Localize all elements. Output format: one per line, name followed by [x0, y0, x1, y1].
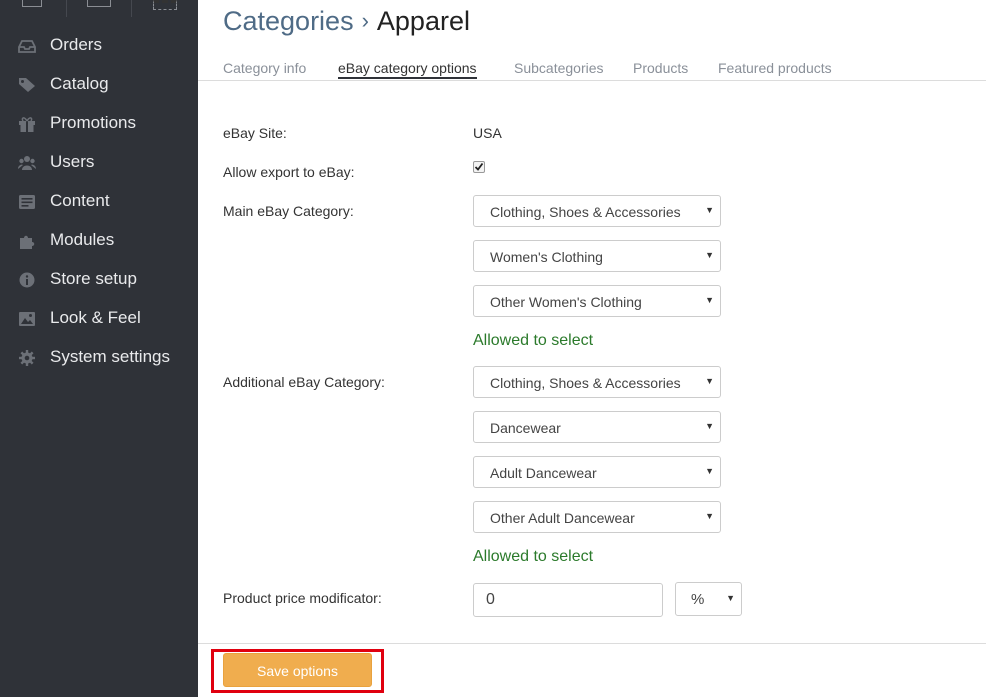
caret-down-icon: ▼	[705, 250, 714, 260]
sidebar-item-content[interactable]: Content	[0, 182, 198, 221]
tab-featured-products[interactable]: Featured products	[718, 60, 832, 76]
tab-category-info[interactable]: Category info	[223, 60, 306, 76]
main-category-select-1[interactable]: Clothing, Shoes & Accessories ▼	[473, 195, 721, 227]
sidebar-item-system-settings[interactable]: System settings	[0, 338, 198, 377]
allow-export-label: Allow export to eBay:	[223, 164, 355, 180]
ebay-site-value: USA	[473, 125, 502, 141]
sidebar-item-label: Content	[50, 191, 110, 210]
allow-export-checkbox[interactable]	[473, 161, 485, 173]
puzzle-icon	[20, 235, 35, 249]
sidebar-item-label: Orders	[50, 35, 102, 54]
footer-divider	[198, 643, 986, 644]
caret-down-icon: ▼	[705, 295, 714, 305]
select-value: %	[691, 591, 705, 608]
additional-category-select-4[interactable]: Other Adult Dancewear ▼	[473, 501, 721, 533]
fullscreen-icon[interactable]	[153, 0, 177, 10]
additional-category-select-1[interactable]: Clothing, Shoes & Accessories ▼	[473, 366, 721, 398]
select-value: Other Adult Dancewear	[490, 510, 635, 526]
sidebar-item-label: Users	[50, 152, 95, 171]
toolbar-divider	[131, 0, 132, 17]
price-modificator-input[interactable]: 0	[473, 583, 663, 617]
breadcrumb-separator: ›	[361, 8, 369, 33]
sidebar-top-toolbar	[0, 0, 198, 17]
sidebar-item-promotions[interactable]: Promotions	[0, 104, 198, 143]
additional-category-select-3[interactable]: Adult Dancewear ▼	[473, 456, 721, 488]
additional-category-label: Additional eBay Category:	[223, 374, 385, 390]
select-value: Women's Clothing	[490, 249, 603, 265]
main-category-status: Allowed to select	[473, 332, 594, 349]
select-value: Dancewear	[490, 420, 561, 436]
sidebar-item-label: Catalog	[50, 74, 109, 93]
caret-down-icon: ▼	[705, 466, 714, 476]
select-value: Adult Dancewear	[490, 465, 597, 481]
tab-products[interactable]: Products	[633, 60, 688, 76]
sidebar-item-store-setup[interactable]: Store setup	[0, 260, 198, 299]
home-icon[interactable]	[22, 0, 42, 7]
gear-icon	[19, 350, 35, 366]
sidebar-item-label: Promotions	[50, 113, 136, 132]
sidebar-item-users[interactable]: Users	[0, 143, 198, 182]
caret-down-icon: ▼	[705, 421, 714, 431]
checkmark-icon	[474, 162, 484, 171]
sidebar-item-catalog[interactable]: Catalog	[0, 65, 198, 104]
breadcrumb-parent-link[interactable]: Categories	[223, 6, 354, 36]
gift-icon	[19, 117, 35, 132]
price-modificator-label: Product price modificator:	[223, 590, 382, 606]
additional-category-status: Allowed to select	[473, 548, 594, 565]
caret-down-icon: ▼	[705, 511, 714, 521]
sidebar-item-label: System settings	[50, 347, 170, 366]
monitor-icon[interactable]	[87, 0, 111, 7]
tab-ebay-category-options[interactable]: eBay category options	[338, 60, 477, 79]
sidebar-item-label: Modules	[50, 230, 115, 249]
main-category-label: Main eBay Category:	[223, 203, 354, 219]
page-title: Apparel	[376, 6, 470, 36]
select-value: Clothing, Shoes & Accessories	[490, 204, 681, 220]
info-icon	[19, 272, 35, 288]
breadcrumb: Categories › Apparel	[223, 6, 470, 37]
main-category-select-2[interactable]: Women's Clothing ▼	[473, 240, 721, 272]
caret-down-icon: ▼	[726, 593, 735, 603]
caret-down-icon: ▼	[705, 205, 714, 215]
save-options-button[interactable]: Save options	[223, 653, 372, 687]
content-icon	[19, 195, 35, 209]
additional-category-select-2[interactable]: Dancewear ▼	[473, 411, 721, 443]
tab-subcategories[interactable]: Subcategories	[514, 60, 604, 76]
sidebar-item-orders[interactable]: Orders	[0, 26, 198, 65]
select-value: Clothing, Shoes & Accessories	[490, 375, 681, 391]
main-category-select-3[interactable]: Other Women's Clothing ▼	[473, 285, 721, 317]
tab-divider	[198, 80, 986, 81]
toolbar-divider	[66, 0, 67, 17]
sidebar-item-modules[interactable]: Modules	[0, 221, 198, 260]
price-unit-select[interactable]: % ▼	[675, 582, 742, 616]
sidebar-item-look-feel[interactable]: Look & Feel	[0, 299, 198, 338]
sidebar-item-label: Look & Feel	[50, 308, 141, 327]
ebay-site-label: eBay Site:	[223, 125, 287, 141]
tag-icon	[19, 78, 35, 92]
image-icon	[19, 312, 35, 326]
users-icon	[18, 156, 36, 170]
orders-icon	[18, 40, 36, 53]
select-value: Other Women's Clothing	[490, 294, 642, 310]
sidebar: Orders Catalog Promotions Users Content …	[0, 0, 198, 697]
sidebar-item-label: Store setup	[50, 269, 137, 288]
caret-down-icon: ▼	[705, 376, 714, 386]
